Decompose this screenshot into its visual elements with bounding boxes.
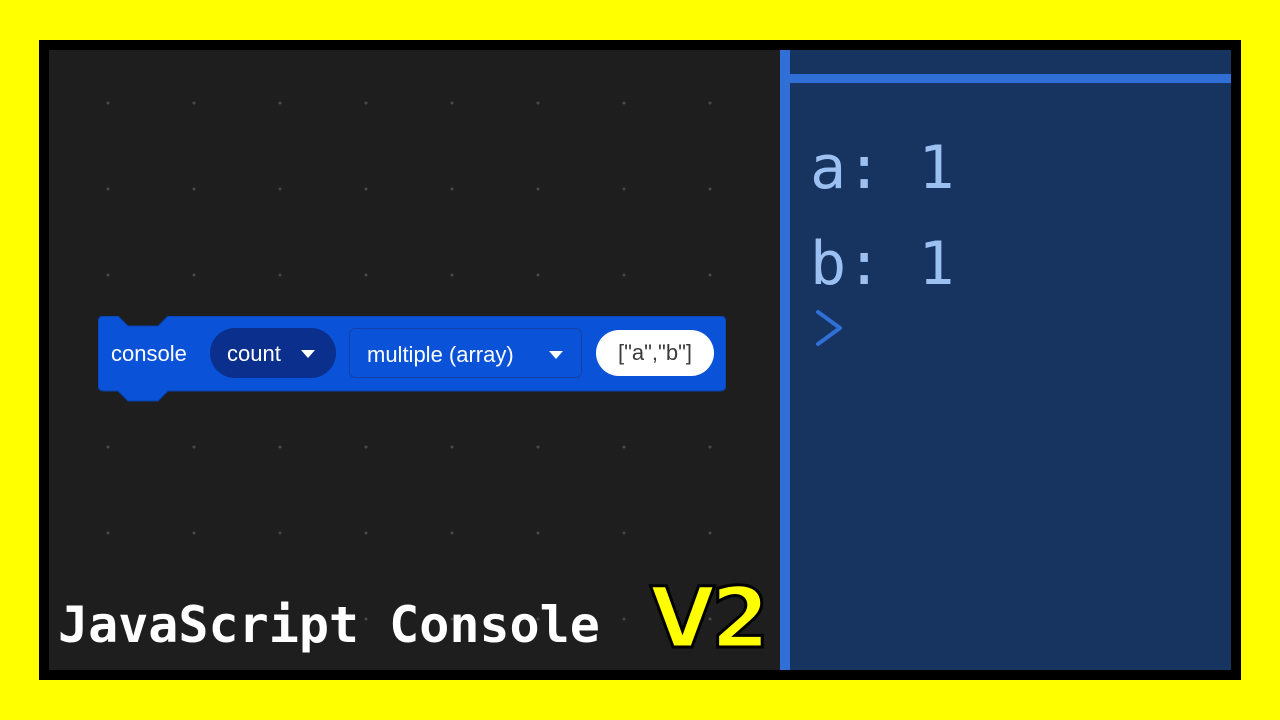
method-dropdown[interactable]: count — [210, 328, 336, 378]
console-line: b: 1 — [810, 229, 955, 299]
caret-down-icon — [549, 351, 563, 359]
console-panel: a: 1 b: 1 — [790, 50, 1231, 670]
console-line: a: 1 — [810, 133, 955, 203]
method-dropdown-value: count — [227, 341, 281, 366]
block-label: console — [111, 341, 187, 366]
array-value-input[interactable]: ["a","b"] — [596, 330, 714, 376]
caret-down-icon — [301, 350, 315, 358]
console-header — [790, 50, 1231, 74]
chevron-right-icon[interactable] — [814, 308, 844, 348]
mode-dropdown-value: multiple (array) — [367, 342, 514, 367]
console-output: a: 1 b: 1 — [810, 120, 955, 312]
console-count-block[interactable]: console count multiple (array) ["a","b"] — [98, 316, 726, 402]
version-badge: V2 — [648, 569, 770, 668]
mode-dropdown[interactable]: multiple (array) — [349, 328, 582, 378]
console-header-border — [790, 74, 1231, 83]
panel-divider[interactable] — [780, 50, 790, 670]
video-title: JavaScript Console — [58, 596, 600, 654]
